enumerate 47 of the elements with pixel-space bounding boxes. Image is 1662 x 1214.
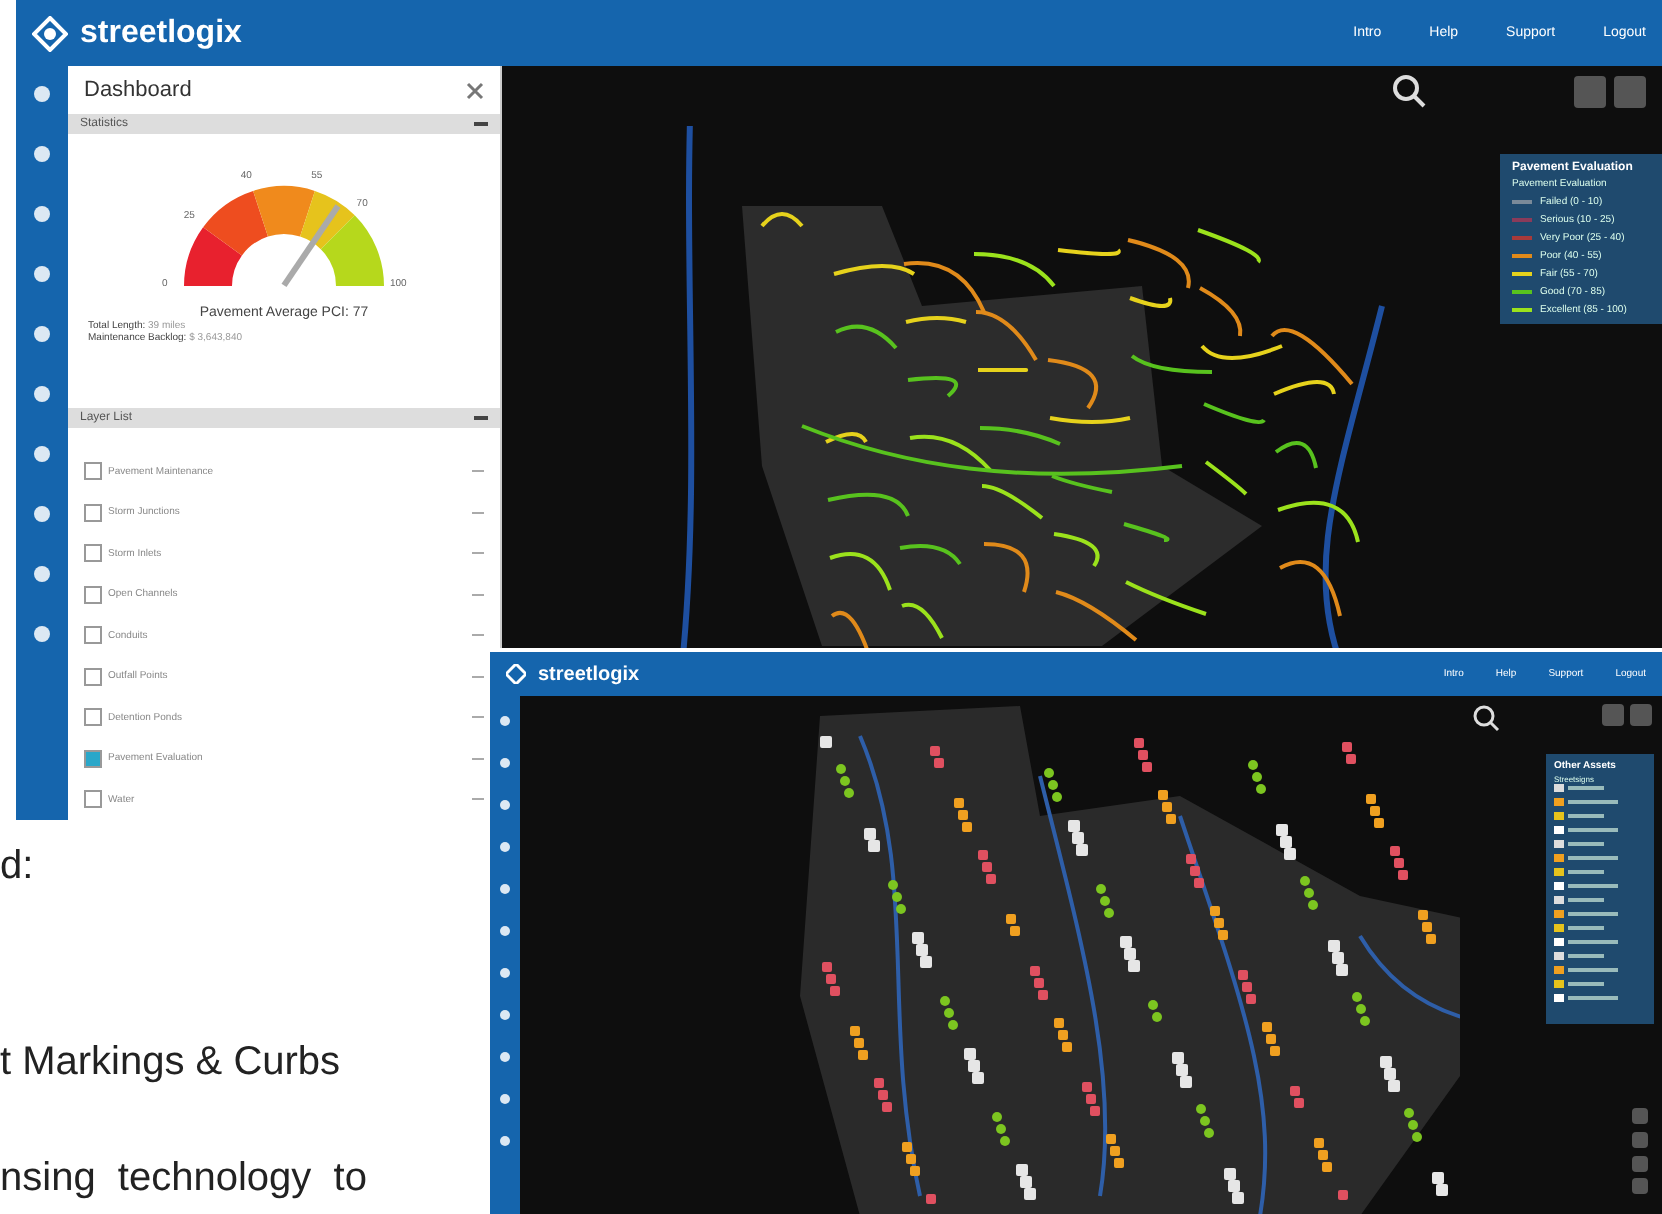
sidebar-icon[interactable]: [34, 146, 50, 162]
layer-checkbox[interactable]: [84, 667, 102, 686]
search-icon[interactable]: [1392, 74, 1428, 110]
sidebar-icon[interactable]: [500, 884, 510, 894]
layer-checkbox[interactable]: [84, 544, 102, 563]
sidebar-icon[interactable]: [500, 1052, 510, 1062]
edit-button[interactable]: [1630, 704, 1652, 726]
zoom-out-button[interactable]: [1632, 1178, 1648, 1194]
fullscreen-button[interactable]: [1632, 1108, 1648, 1124]
document-text: nsing technology to: [0, 1156, 367, 1202]
sidebar-icon[interactable]: [500, 1136, 510, 1146]
layer-checkbox[interactable]: [84, 708, 102, 727]
sidebar-icon[interactable]: [34, 626, 50, 642]
sidebar-icon[interactable]: [500, 968, 510, 978]
layer-checkbox[interactable]: [84, 462, 102, 481]
sidebar-icon[interactable]: [500, 800, 510, 810]
document-text: t Markings & Curbs: [0, 1040, 341, 1086]
layer-checkbox[interactable]: [84, 790, 102, 809]
sidebar-icon[interactable]: [34, 566, 50, 582]
sidebar-icon[interactable]: [500, 1094, 510, 1104]
grid-button[interactable]: [1602, 704, 1624, 726]
layer-checkbox[interactable]: [84, 585, 102, 604]
logo-icon: [32, 15, 68, 51]
search-icon[interactable]: [1472, 704, 1500, 732]
document-text: d:: [0, 844, 34, 890]
sidebar-icon[interactable]: [500, 758, 510, 768]
sidebar-icon[interactable]: [500, 842, 510, 852]
panel-title: Dashboard: [84, 78, 192, 102]
logo-icon: [506, 664, 526, 684]
sidebar-icon[interactable]: [34, 506, 50, 522]
home-button[interactable]: [1632, 1132, 1648, 1148]
sidebar-icon[interactable]: [500, 716, 510, 726]
zoom-in-button[interactable]: [1632, 1156, 1648, 1172]
sidebar-icon[interactable]: [34, 446, 50, 462]
brand-name: streetlogix: [538, 663, 640, 685]
sidebar-icon[interactable]: [34, 266, 50, 282]
sidebar-icon[interactable]: [34, 206, 50, 222]
close-icon[interactable]: [466, 81, 484, 99]
layer-checkbox[interactable]: [84, 749, 102, 768]
layer-checkbox[interactable]: [84, 503, 102, 522]
sidebar-icon[interactable]: [34, 326, 50, 342]
layer-checkbox[interactable]: [84, 626, 102, 645]
sidebar-icon[interactable]: [500, 926, 510, 936]
sidebar-icon[interactable]: [34, 386, 50, 402]
sidebar-icon[interactable]: [34, 86, 50, 102]
brand-name: streetlogix: [80, 15, 242, 51]
sidebar-icon[interactable]: [500, 1010, 510, 1020]
